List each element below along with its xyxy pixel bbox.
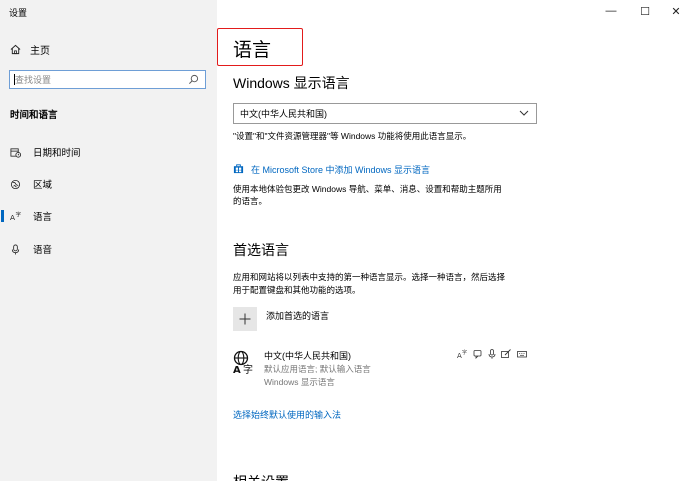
section-title: 时间和语言 [10, 110, 58, 121]
svg-text:字: 字 [243, 363, 253, 374]
language-name: 中文(中华人民共和国) [264, 351, 351, 361]
sidebar-item-date-time[interactable]: 日期和时间 [0, 140, 217, 164]
display-language-heading: Windows 显示语言 [233, 75, 350, 91]
active-indicator [1, 210, 4, 222]
store-icon [233, 164, 244, 174]
store-add-language-link[interactable]: 在 Microsoft Store 中添加 Windows 显示语言 [251, 163, 430, 176]
related-settings-heading: 相关设置 [233, 472, 289, 481]
language-detail-display: Windows 显示语言 [264, 377, 335, 387]
close-button[interactable]: ✕ [661, 0, 691, 22]
svg-text:A: A [233, 365, 241, 374]
preferred-note-line1: 应用和网站将以列表中支持的第一种语言显示。选择一种语言，然后选择 [233, 272, 506, 282]
sidebar-item-label: 语言 [33, 212, 53, 223]
sidebar-item-region[interactable]: 区域 [0, 172, 217, 196]
preferred-language-item[interactable]: A 字 中文(中华人民共和国) 默认应用语言; 默认输入语言 Windows 显… [233, 348, 537, 390]
home-nav-item[interactable]: 主页 [10, 42, 50, 57]
language-glyph-icon: A 字 [233, 350, 253, 374]
home-icon [10, 44, 21, 55]
language-icon: A字 [10, 211, 21, 222]
add-language-button[interactable]: 添加首选的语言 [233, 307, 329, 331]
keyboard-icon [517, 351, 527, 358]
chevron-down-icon [519, 110, 529, 116]
preferred-language-heading: 首选语言 [233, 242, 289, 258]
sidebar-item-label: 区域 [33, 180, 53, 191]
store-note-line2: 的语言。 [233, 196, 268, 206]
handwriting-icon [501, 349, 511, 358]
search-icon[interactable] [188, 74, 199, 85]
sidebar: 设置 主页 时间和语言 日期和时间 区域 A字 语言 语音 [0, 0, 217, 481]
display-language-note: "设置"和"文件资源管理器"等 Windows 功能将使用此语言显示。 [233, 131, 472, 141]
store-note-line1: 使用本地体验包更改 Windows 导航、菜单、消息、设置和帮助主题所用 [233, 184, 502, 194]
sidebar-item-language[interactable]: A字 语言 [0, 204, 217, 228]
default-input-method-link[interactable]: 选择始终默认使用的输入法 [233, 408, 341, 421]
language-detail-defaults: 默认应用语言; 默认输入语言 [264, 364, 371, 374]
search-input[interactable] [15, 74, 185, 85]
date-time-icon [10, 147, 21, 158]
plus-icon-box [233, 307, 257, 331]
sidebar-item-speech[interactable]: 语音 [0, 237, 217, 261]
microphone-icon [488, 349, 496, 359]
maximize-button[interactable]: ☐ [630, 0, 660, 22]
sidebar-item-label: 日期和时间 [33, 148, 81, 159]
dropdown-selected-value: 中文(中华人民共和国) [240, 109, 327, 119]
home-label: 主页 [30, 46, 50, 57]
speech-icon [473, 350, 482, 359]
svg-text:字: 字 [462, 349, 467, 356]
display-language-dropdown[interactable]: 中文(中华人民共和国) [233, 103, 537, 124]
app-title: 设置 [9, 8, 28, 18]
region-globe-icon [10, 179, 21, 190]
sidebar-item-label: 语音 [33, 245, 53, 256]
text-caret [14, 74, 15, 85]
search-box[interactable] [9, 70, 206, 89]
language-pack-icon: A字 [457, 349, 467, 359]
page-title: 语言 [233, 40, 272, 61]
preferred-note-line2: 用于配置键盘和其他功能的选项。 [233, 285, 361, 295]
svg-text:A: A [10, 213, 15, 222]
plus-icon [239, 313, 251, 325]
minimize-button[interactable]: — [596, 0, 626, 22]
microphone-icon [10, 244, 21, 255]
svg-text:字: 字 [16, 211, 22, 219]
add-language-label: 添加首选的语言 [266, 311, 330, 321]
